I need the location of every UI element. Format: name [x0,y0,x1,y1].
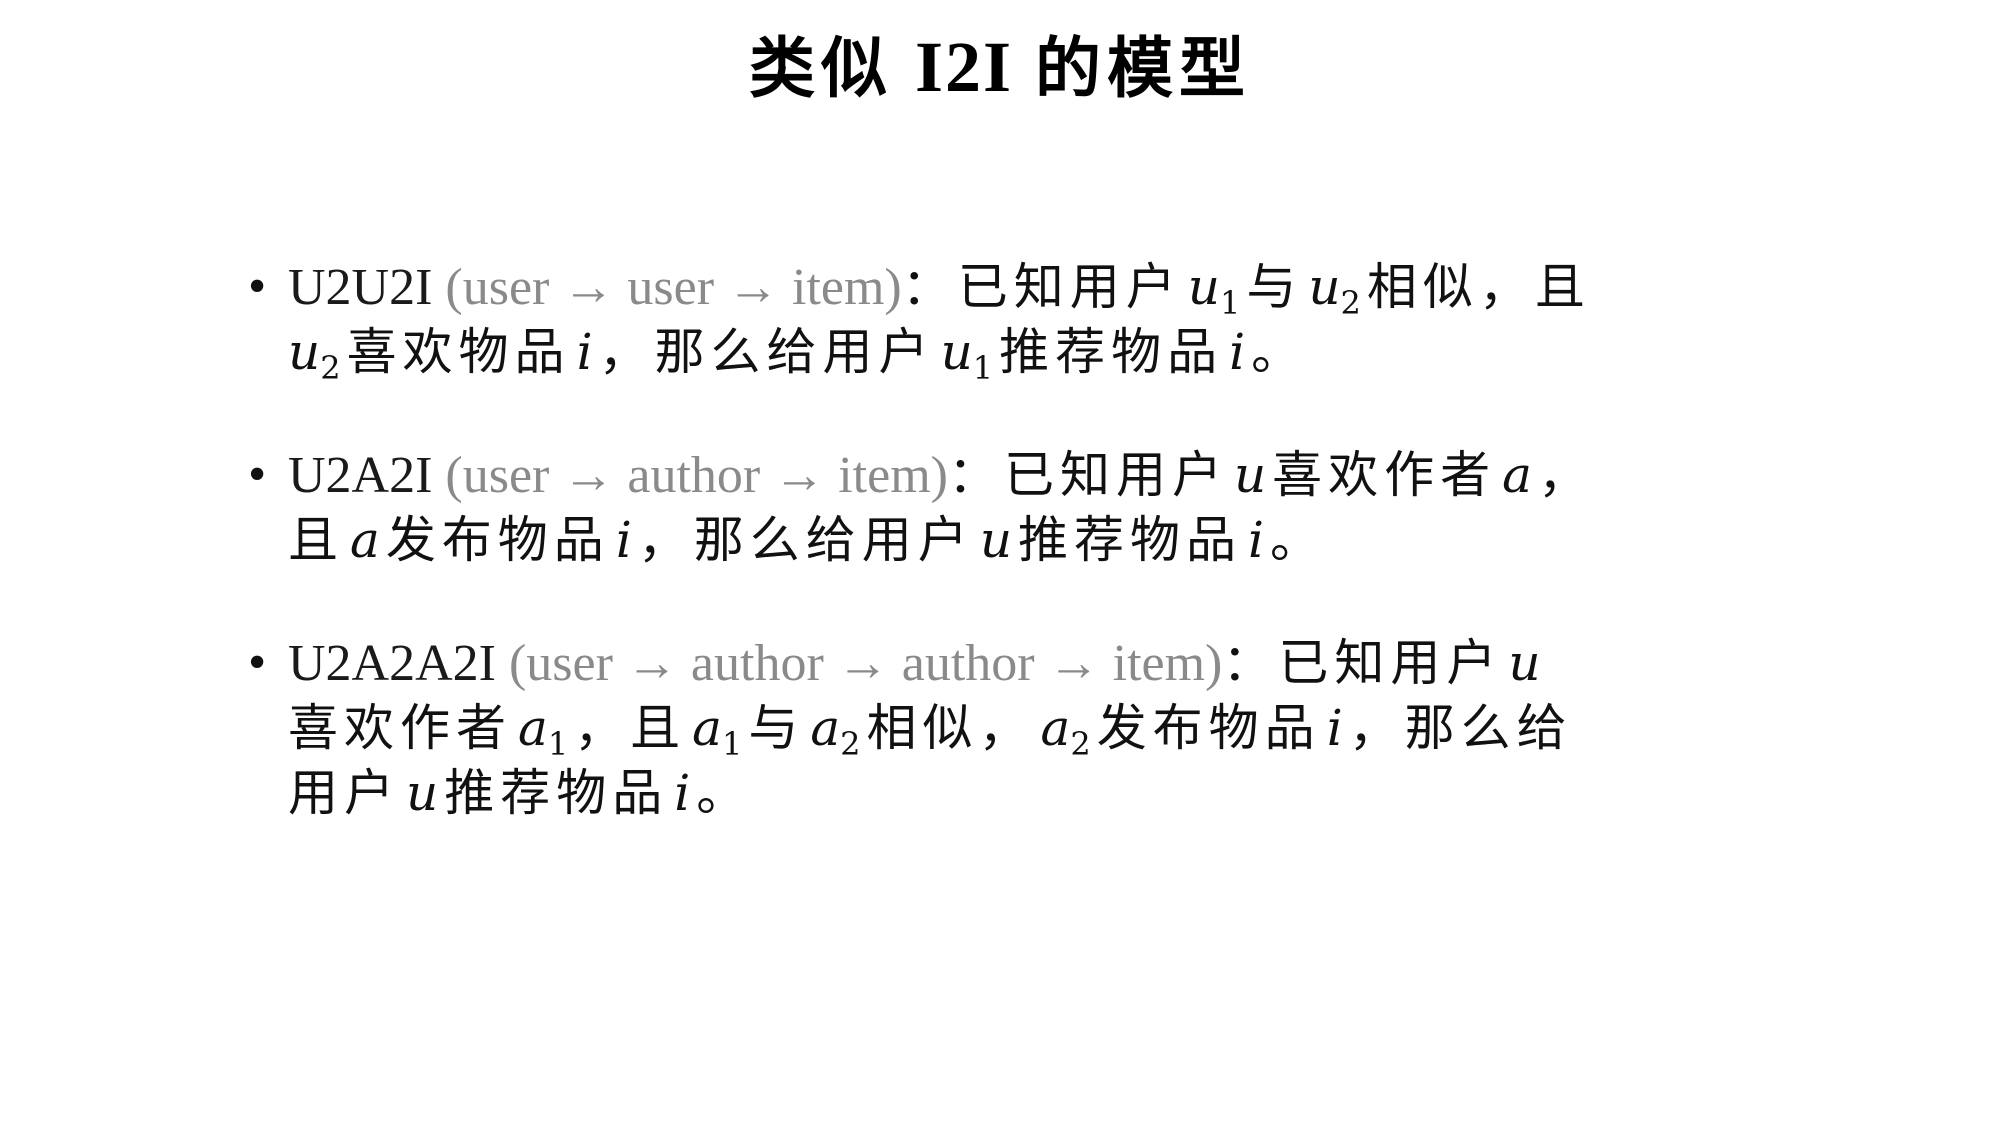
bullet-text: 发布物品 [385,511,610,569]
math-var: i [576,323,593,381]
math-var: a [350,511,380,569]
bullet-label: U2U2I [288,259,433,316]
bullet-label: U2A2A2I [288,635,496,692]
bullet-dot: • [248,258,267,315]
math-var: u2 [288,323,341,387]
slide-title: 类似 I2I 的模型 [0,22,2000,113]
bullet-text: 。 [1270,511,1327,569]
math-var: i [1326,699,1343,757]
bullet-text: 推荐物品 [1018,511,1243,569]
bullet-text: ：已知用户 [901,258,1182,316]
bullet-text: 用户 [288,764,400,822]
math-var: u [1508,634,1541,692]
math-var: u1 [1187,258,1241,322]
bullet-text: 相似，且 [1366,258,1591,316]
bullet-path: (user → user → item) [445,259,902,316]
bullet-text: 喜欢作者 [288,699,512,757]
math-var: a [1502,446,1532,504]
math-var: a1 [518,699,569,763]
math-var: u2 [1308,258,1361,322]
bullet-u2u2i: • U2U2I (user → user → item)：已知用户 u1 与 u2 相似，… [248,255,1778,385]
bullet-text: ，那么给用户 [598,323,935,381]
bullet-text: 推荐物品 [444,764,669,822]
math-var: a2 [1040,699,1091,763]
math-var: a1 [692,699,743,763]
math-var: u [406,764,439,822]
bullet-text: 喜欢物品 [346,323,571,381]
bullet-text: ：已知用户 [947,446,1228,504]
bullet-dot: • [248,446,267,503]
bullet-text: ，那么给 [1348,699,1573,757]
bullet-text: 喜欢作者 [1272,446,1497,504]
math-var: u [1233,446,1267,504]
bullet-text: 发布物品 [1096,699,1321,757]
bullet-u2a2i: • U2A2I (user → author → item)：已知用户 u 喜欢作者 a… [248,443,1778,573]
math-var: i [1229,323,1246,381]
bullet-text: 。 [1251,323,1308,381]
bullet-text: 与 [1246,258,1303,316]
bullet-list: • U2U2I (user → user → item)：已知用户 u1 与 u2 相似，… [248,255,1778,884]
math-var: i [615,511,632,569]
bullet-text: 与 [748,699,805,757]
math-var: i [1248,511,1265,569]
bullet-text: 且 [288,511,344,569]
math-var: a2 [810,699,861,763]
bullet-u2a2a2i: • U2A2A2I (user → author → author → item)… [248,631,1778,826]
title-prefix: 类似 [748,29,893,107]
bullet-text: ，那么给用户 [637,511,974,569]
title-code: I2I [914,27,1014,107]
bullet-text: 。 [696,764,753,822]
bullet-text: 相似， [866,699,1035,757]
bullet-text: ：已知用户 [1222,634,1503,692]
bullet-path: (user → author → item) [445,447,948,504]
math-var: u1 [940,323,994,387]
bullet-text: ，且 [574,699,687,757]
bullet-text: ， [1537,446,1594,504]
bullet-label: U2A2I [288,447,433,504]
bullet-path: (user → author → author → item) [508,635,1223,692]
bullet-dot: • [248,634,267,691]
title-suffix: 的模型 [1035,29,1252,107]
bullet-text: 推荐物品 [999,323,1224,381]
math-var: i [674,764,691,822]
math-var: u [979,511,1013,569]
